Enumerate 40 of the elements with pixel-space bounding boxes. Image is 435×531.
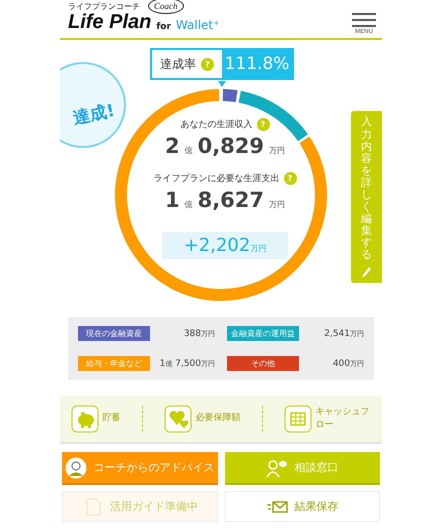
nav-item[interactable]: キャッシュフロー bbox=[284, 405, 372, 433]
rate-label: 達成率 bbox=[160, 56, 196, 72]
nav-item[interactable]: 貯蓄 bbox=[70, 405, 120, 433]
hearts-icon bbox=[164, 405, 192, 433]
help-icon[interactable]: ? bbox=[284, 172, 296, 185]
consult-button[interactable]: 相談窓口 bbox=[224, 452, 380, 485]
legend-tag: その他 bbox=[227, 356, 299, 371]
logo-for: for bbox=[156, 22, 171, 32]
income-label: あなたの生涯収入 bbox=[180, 118, 252, 131]
amount-man: 8,627 bbox=[198, 188, 264, 212]
logo: Life Plan bbox=[68, 12, 152, 32]
help-icon[interactable]: ? bbox=[256, 118, 270, 131]
table-icon bbox=[284, 405, 312, 433]
unit-label: 万円 bbox=[269, 145, 286, 156]
nav-item[interactable]: 必要保障額 bbox=[164, 405, 240, 433]
amount-oku: 2 bbox=[164, 134, 180, 158]
legend-tag: 給与・年金など bbox=[78, 356, 150, 371]
legend-tag: 金融資産の運用益 bbox=[227, 326, 299, 341]
achieved-stamp: 達成! bbox=[60, 62, 126, 148]
unit-label: 万円 bbox=[250, 243, 266, 254]
pencil-icon bbox=[362, 266, 372, 278]
unit-label: 万円 bbox=[269, 199, 286, 210]
logo-kana: ライフプランコーチ bbox=[68, 1, 140, 12]
amount-man: 0,829 bbox=[198, 134, 264, 158]
menu-icon bbox=[352, 13, 376, 27]
legend-tag: 現在の金融資産 bbox=[78, 326, 150, 341]
unit-label: 億 bbox=[184, 199, 193, 210]
difference-value: +2,202 bbox=[184, 235, 250, 256]
partner-logo: Wallet⁺ bbox=[176, 18, 220, 32]
unit-label: 億 bbox=[184, 145, 193, 156]
advice-button[interactable]: コーチからのアドバイス bbox=[62, 452, 218, 485]
edit-details-button[interactable]: 入力内容を詳しく編集する bbox=[351, 111, 382, 283]
rate-value: 111.8% bbox=[222, 50, 292, 78]
expense-label: ライフプランに必要な生涯支出 bbox=[154, 172, 280, 185]
logo-badge: Coach bbox=[148, 0, 184, 14]
help-icon[interactable]: ? bbox=[201, 58, 214, 70]
coach-avatar-icon bbox=[65, 456, 88, 478]
amount-oku: 1 bbox=[164, 188, 180, 212]
piggy-bank-icon bbox=[70, 405, 98, 433]
save-button[interactable]: 結果保存 bbox=[224, 491, 380, 522]
